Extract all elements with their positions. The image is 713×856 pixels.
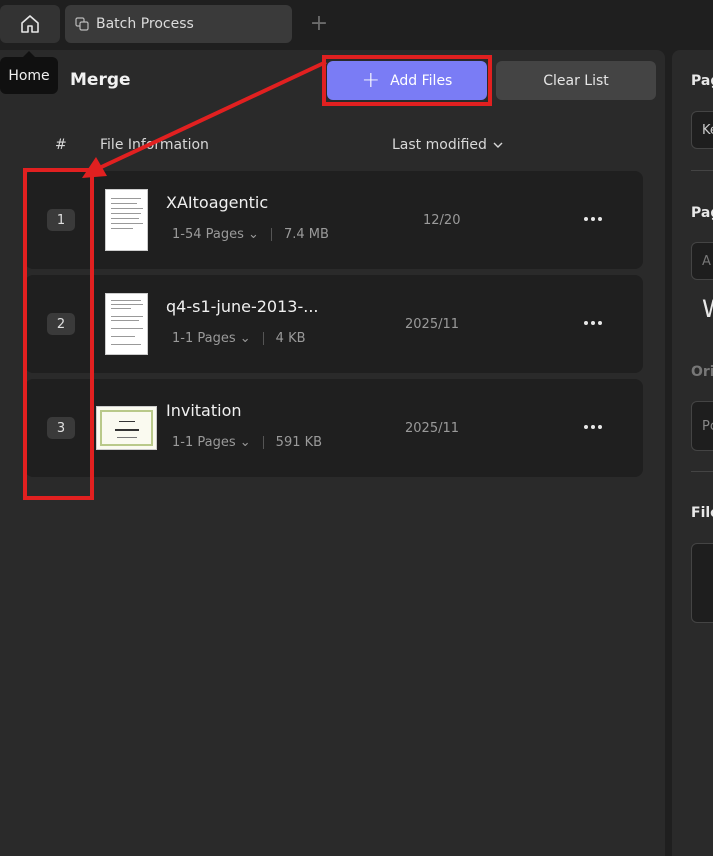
annotation-arrow xyxy=(82,60,327,178)
